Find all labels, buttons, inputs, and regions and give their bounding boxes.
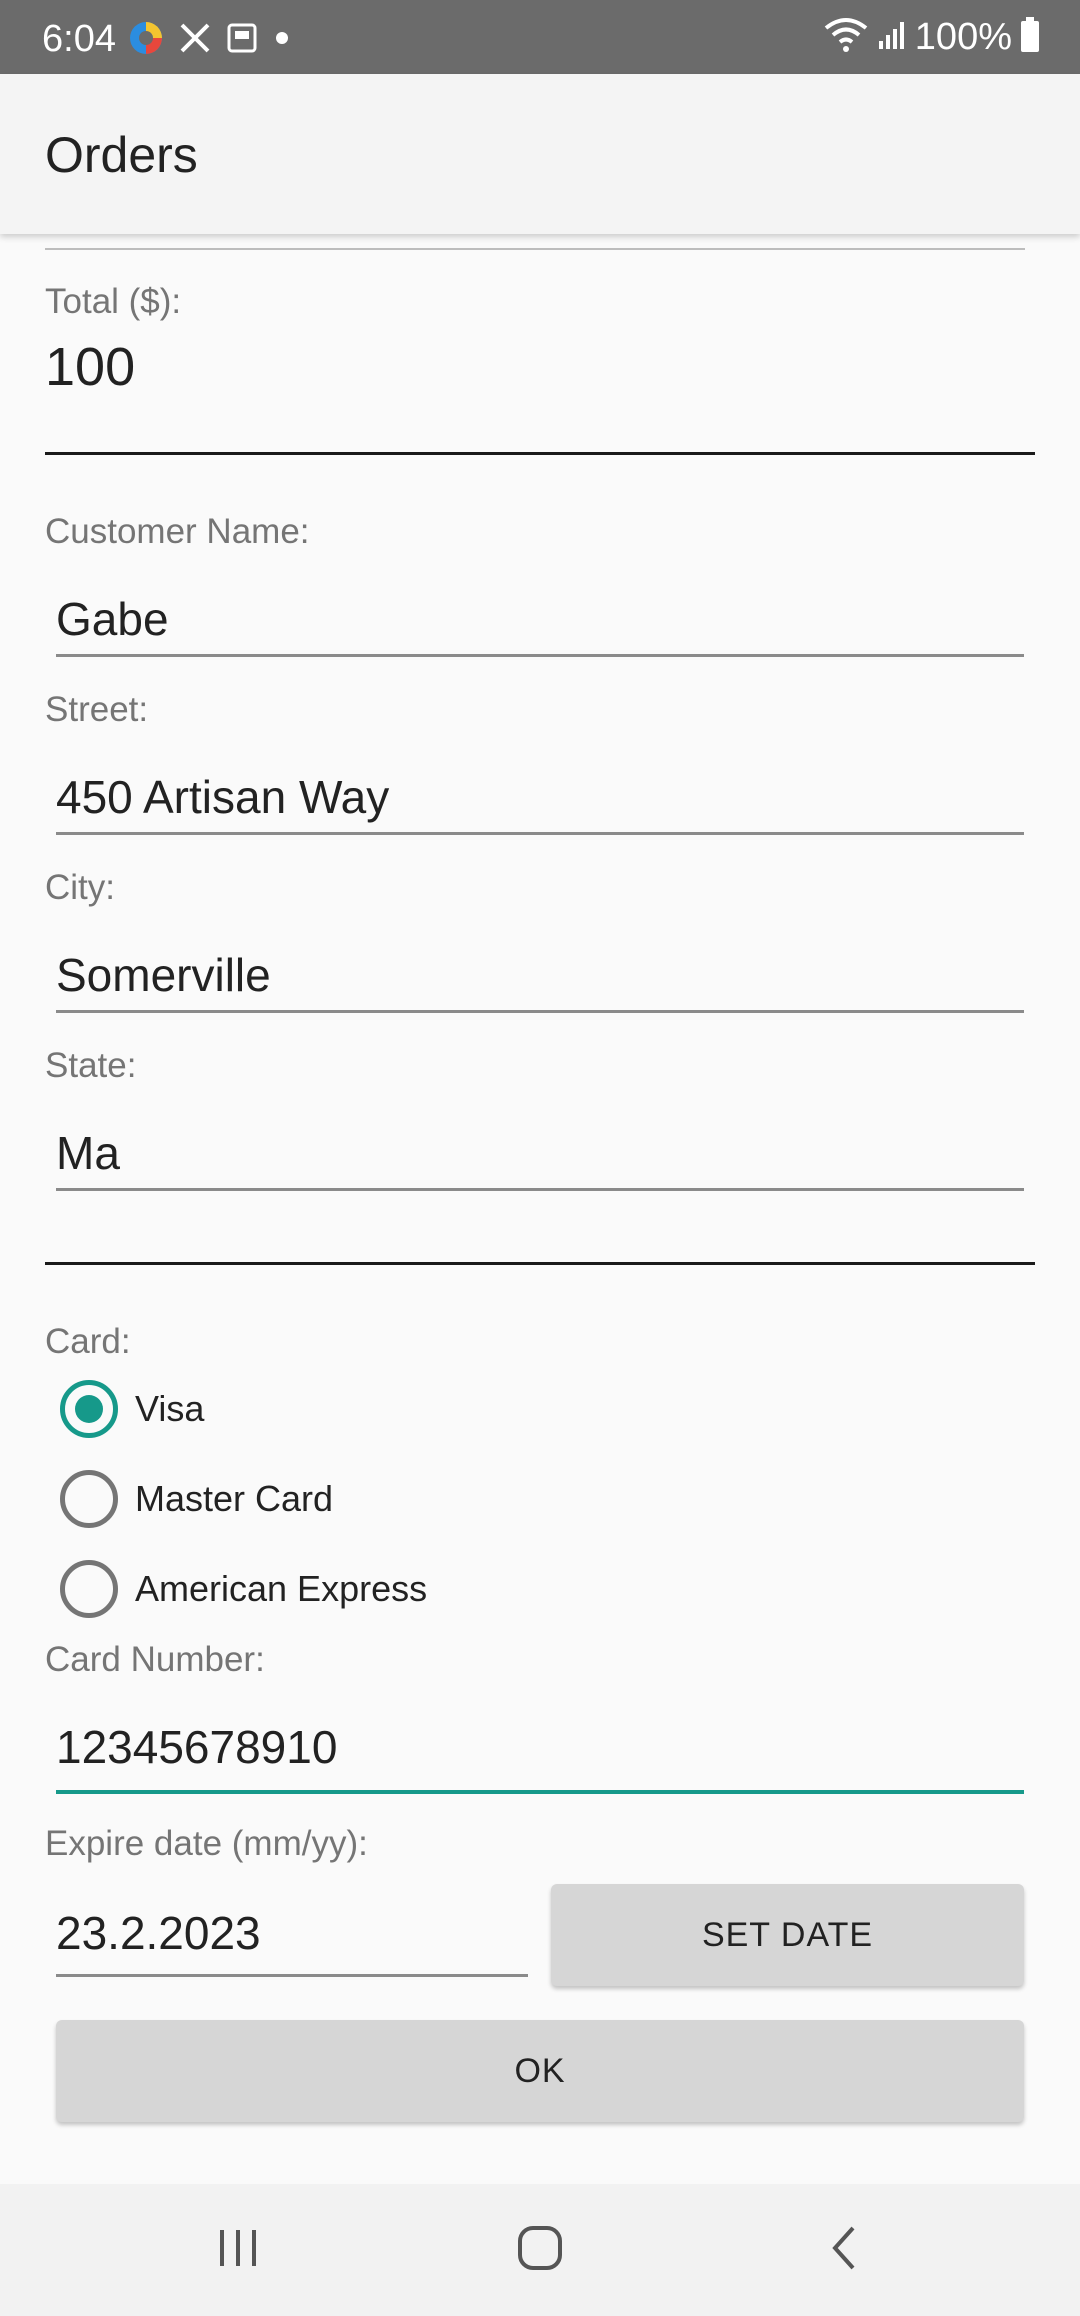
- street-underline: [56, 832, 1024, 835]
- status-right-icons: 100%: [823, 16, 1040, 58]
- street-label: Street:: [45, 690, 149, 729]
- tools-icon: [178, 21, 212, 60]
- recents-button[interactable]: [198, 2214, 278, 2286]
- visa-radio[interactable]: [60, 1380, 118, 1438]
- status-bar: 6:04 100%: [0, 0, 1080, 74]
- master-card-radio[interactable]: [60, 1470, 118, 1528]
- total-value: 100: [45, 337, 136, 397]
- master-card-label[interactable]: Master Card: [135, 1478, 333, 1520]
- wifi-icon: [823, 16, 869, 59]
- ok-button[interactable]: OK: [56, 2020, 1024, 2122]
- customer-name-field[interactable]: Gabe: [56, 592, 169, 646]
- signal-icon: [877, 19, 907, 56]
- american-express-radio[interactable]: [60, 1560, 118, 1618]
- page-title: Orders: [45, 127, 198, 183]
- city-underline: [56, 1010, 1024, 1013]
- edge-browser-icon: [128, 20, 164, 61]
- order-form: Total ($): 100 Customer Name: Gabe Stree…: [0, 234, 1080, 2184]
- home-icon: [516, 2224, 564, 2277]
- card-label: Card:: [45, 1322, 131, 1361]
- street-field[interactable]: 450 Artisan Way: [56, 770, 389, 824]
- top-divider: [45, 248, 1025, 250]
- status-time: 6:04: [42, 18, 116, 60]
- total-divider: [45, 452, 1035, 455]
- card-number-label: Card Number:: [45, 1640, 265, 1679]
- american-express-label[interactable]: American Express: [135, 1568, 427, 1610]
- back-icon: [829, 2224, 859, 2277]
- battery-icon: [1020, 16, 1040, 58]
- state-underline: [56, 1188, 1024, 1191]
- set-date-button[interactable]: SET DATE: [551, 1884, 1024, 1986]
- customer-name-underline: [56, 654, 1024, 657]
- total-label: Total ($):: [45, 282, 182, 321]
- app-bar: Orders: [0, 74, 1080, 234]
- expire-date-underline: [56, 1974, 528, 1977]
- notification-dot-icon: [272, 28, 292, 53]
- expire-date-field[interactable]: 23.2.2023: [56, 1906, 261, 1960]
- address-divider: [45, 1262, 1035, 1265]
- customer-name-label: Customer Name:: [45, 512, 310, 551]
- nav-bar: [0, 2184, 1080, 2316]
- card-number-underline: [56, 1790, 1024, 1794]
- expire-date-label: Expire date (mm/yy):: [45, 1824, 368, 1863]
- status-left-icons: [128, 20, 292, 61]
- city-field[interactable]: Somerville: [56, 948, 271, 1002]
- state-label: State:: [45, 1046, 137, 1085]
- home-button[interactable]: [500, 2214, 580, 2286]
- visa-label[interactable]: Visa: [135, 1388, 204, 1430]
- storage-icon: [226, 22, 258, 59]
- recents-icon: [216, 2228, 260, 2273]
- state-field[interactable]: Ma: [56, 1126, 120, 1180]
- back-button[interactable]: [804, 2214, 884, 2286]
- card-number-field[interactable]: 12345678910: [56, 1720, 337, 1774]
- city-label: City:: [45, 868, 115, 907]
- battery-percent: 100%: [914, 15, 1012, 58]
